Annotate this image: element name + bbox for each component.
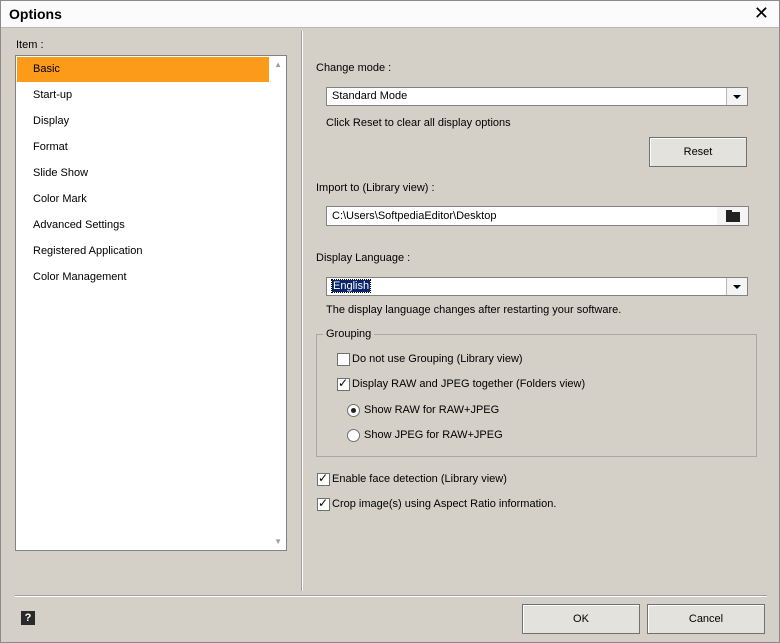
scroll-down-icon[interactable]: ▼ [274,537,282,546]
show-raw-label[interactable]: Show RAW for RAW+JPEG [364,404,499,416]
grouping-title: Grouping [323,328,375,340]
folder-icon [726,210,740,222]
item-list-label: Item : [16,39,44,51]
item-list[interactable]: Basic Start-up Display Format Slide Show… [15,55,287,551]
change-mode-value: Standard Mode [332,90,408,102]
sidebar-item-registered-application[interactable]: Registered Application [17,239,269,264]
no-grouping-checkbox[interactable] [337,353,350,366]
sidebar-item-color-management[interactable]: Color Management [17,265,269,290]
sidebar-item-start-up[interactable]: Start-up [17,83,269,108]
chevron-down-icon [733,285,741,289]
dialog-title: Options [9,6,62,22]
import-label: Import to (Library view) : [316,182,435,194]
checkmark-icon: ✓ [338,376,349,390]
browse-folder-button[interactable] [717,206,749,226]
reset-button[interactable]: Reset [649,137,747,167]
language-hint: The display language changes after resta… [326,304,622,316]
raw-jpeg-together-label[interactable]: Display RAW and JPEG together (Folders v… [352,378,585,390]
dropdown-button[interactable] [726,278,747,295]
raw-jpeg-together-checkbox[interactable]: ✓ [337,376,350,391]
crop-aspect-label[interactable]: Crop image(s) using Aspect Ratio informa… [332,498,556,510]
display-language-value: English [330,279,372,293]
sidebar-item-color-mark[interactable]: Color Mark [17,187,269,212]
no-grouping-label[interactable]: Do not use Grouping (Library view) [352,353,523,365]
close-icon[interactable]: ✕ [754,3,769,23]
checkmark-icon: ✓ [318,496,329,510]
change-mode-dropdown[interactable]: Standard Mode [326,87,748,106]
options-dialog: Options ✕ Item : Basic Start-up Display … [0,0,780,643]
change-mode-label: Change mode : [316,62,392,74]
help-icon[interactable]: ? [21,611,35,625]
display-language-label: Display Language : [316,252,411,264]
sidebar-item-slide-show[interactable]: Slide Show [17,161,269,186]
sidebar-item-format[interactable]: Format [17,135,269,160]
dropdown-button[interactable] [726,88,747,105]
show-jpeg-label[interactable]: Show JPEG for RAW+JPEG [364,429,503,441]
crop-aspect-checkbox[interactable]: ✓ [317,496,330,511]
face-detection-checkbox[interactable]: ✓ [317,471,330,486]
chevron-down-icon [733,95,741,99]
vertical-divider [301,31,303,591]
radio-dot-icon [351,408,356,413]
face-detection-label[interactable]: Enable face detection (Library view) [332,473,507,485]
show-raw-radio[interactable] [347,404,360,417]
checkmark-icon: ✓ [318,471,329,485]
reset-hint: Click Reset to clear all display options [326,117,511,129]
cancel-button[interactable]: Cancel [647,604,765,634]
import-path-value: C:\Users\SoftpediaEditor\Desktop [332,210,497,222]
ok-button[interactable]: OK [522,604,640,634]
footer-divider [15,595,767,597]
sidebar-item-advanced-settings[interactable]: Advanced Settings [17,213,269,238]
display-language-dropdown[interactable]: English [326,277,748,296]
show-jpeg-radio[interactable] [347,429,360,442]
sidebar-item-basic[interactable]: Basic [17,57,269,82]
title-bar: Options ✕ [1,1,779,28]
sidebar-item-display[interactable]: Display [17,109,269,134]
scroll-up-icon[interactable]: ▲ [274,60,282,69]
import-path-field[interactable]: C:\Users\SoftpediaEditor\Desktop [326,206,718,226]
